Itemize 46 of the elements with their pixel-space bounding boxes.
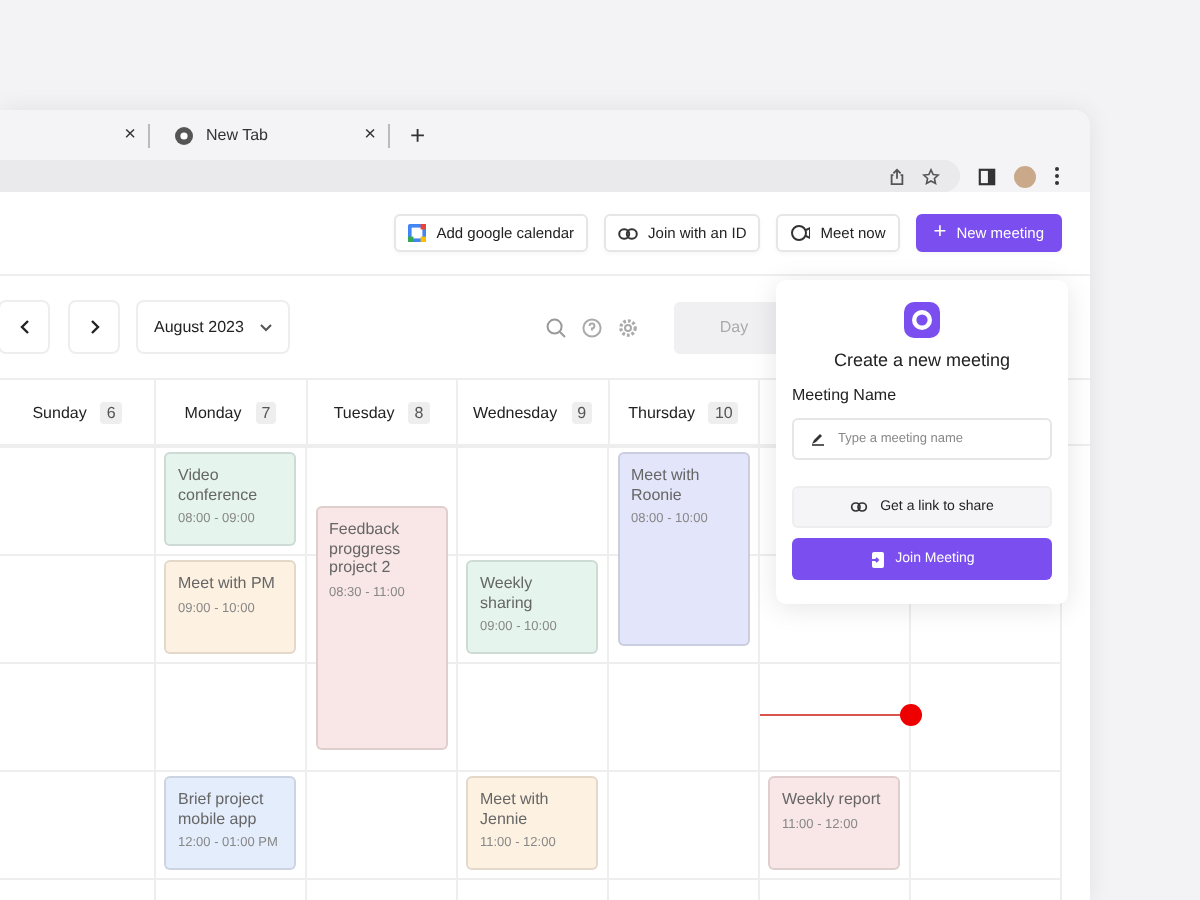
event-title: Meet with Roonie xyxy=(631,466,702,505)
avatar[interactable] xyxy=(1014,165,1036,187)
side-panel-icon[interactable] xyxy=(978,167,996,185)
date-badge: 6 xyxy=(100,401,122,423)
close-tab-button[interactable]: × xyxy=(364,125,376,145)
more-icon[interactable] xyxy=(1054,166,1060,186)
month-dropdown[interactable]: August 2023 xyxy=(136,300,290,354)
tab-title[interactable]: New Tab xyxy=(206,126,353,144)
event-title: Video conference xyxy=(178,466,260,505)
event-title: Meet with Jennie xyxy=(480,790,551,829)
date-badge: 10 xyxy=(708,401,739,423)
previous-button[interactable] xyxy=(0,300,50,354)
help-icon[interactable] xyxy=(582,317,602,337)
enter-icon xyxy=(869,551,884,567)
date-badge: 9 xyxy=(571,401,593,423)
day-name: Tuesday xyxy=(333,403,395,421)
settings-icon[interactable] xyxy=(618,317,638,337)
event-title: Feedback proggress project 2 xyxy=(329,520,403,578)
plus-icon: + xyxy=(933,222,947,244)
chevron-down-icon xyxy=(259,323,272,331)
day-name: Thursday xyxy=(628,403,695,421)
chevron-left-icon xyxy=(19,320,29,334)
app-logo-icon xyxy=(904,302,940,338)
close-tab-button[interactable]: × xyxy=(124,125,136,145)
link-icon xyxy=(618,227,639,239)
star-icon[interactable] xyxy=(922,167,940,185)
day-name: Sunday xyxy=(32,403,87,421)
share-icon[interactable] xyxy=(888,167,906,185)
chevron-right-icon xyxy=(89,320,99,334)
day-name: Monday xyxy=(184,403,242,421)
field-label: Meeting Name xyxy=(792,386,897,404)
event-title: Weekly sharing xyxy=(480,574,535,613)
day-name: Wednesday xyxy=(472,403,558,421)
popup-title: Create a new meeting xyxy=(833,350,1011,370)
link-icon xyxy=(850,502,869,512)
date-badge: 8 xyxy=(408,401,430,423)
new-tab-button[interactable]: + xyxy=(410,122,426,148)
calendar-icon xyxy=(408,224,427,242)
pen-icon xyxy=(810,432,826,446)
event-title: Weekly report xyxy=(782,790,883,810)
event-title: Meet with PM xyxy=(178,574,277,594)
search-icon[interactable] xyxy=(546,317,566,337)
camera-icon xyxy=(790,224,811,242)
event-title: Brief project mobile app xyxy=(178,790,266,829)
date-badge: 7 xyxy=(255,401,277,423)
next-button[interactable] xyxy=(68,300,120,354)
